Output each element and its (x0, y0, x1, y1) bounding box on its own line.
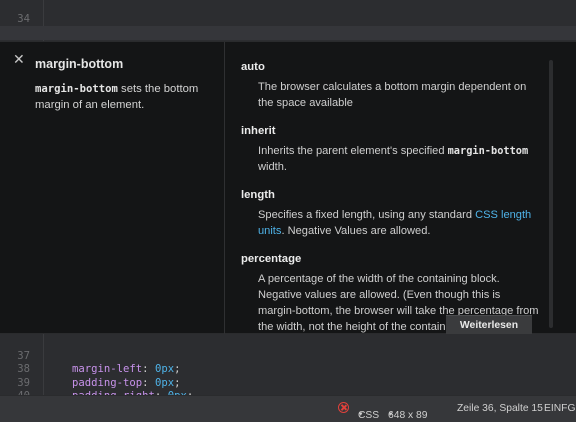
read-more-button[interactable]: Weiterlesen (446, 315, 532, 335)
code-editor-bottom[interactable]: 37 margin-left: 0px; 38 padding-top: 0px… (0, 334, 576, 395)
docs-scrollbar[interactable] (549, 60, 553, 328)
desc-text: . Negative Values are allowed. (281, 225, 431, 237)
chevron-down-icon: ▾ (359, 411, 363, 418)
quick-docs-panel: ✕ margin-bottom margin-bottom sets the b… (0, 41, 576, 335)
code-line[interactable]: 37 margin-left: 0px; (0, 337, 576, 375)
docs-title: margin-bottom (35, 57, 124, 71)
error-circle-icon[interactable] (338, 402, 349, 413)
value-name: inherit (241, 125, 276, 137)
chevron-down-icon: ▾ (389, 411, 393, 418)
docs-values-list[interactable]: auto The browser calculates a bottom mar… (241, 60, 541, 348)
desc-text: Specifies a fixed length, using any stan… (258, 209, 476, 221)
desc-code: margin-bottom (447, 145, 529, 157)
value-description: The browser calculates a bottom margin d… (258, 81, 527, 109)
desc-text: width. (258, 161, 287, 173)
code-editor-top[interactable]: 34 margin-top: 0px; 35 margin-right: 0px… (0, 0, 576, 65)
code-line[interactable]: 39 padding-right: 0px; (0, 363, 576, 395)
summary-code: margin-bottom (35, 83, 118, 95)
code-line[interactable]: 40 padding-bottom: 0px; (0, 377, 576, 395)
size-label: 648 x 89 (388, 410, 428, 421)
value-entry-length: length Specifies a fixed length, using a… (241, 188, 541, 239)
code-line[interactable]: 38 padding-top: 0px; (0, 350, 576, 388)
value-description: Inherits the parent element's specified … (241, 143, 541, 175)
code-line[interactable]: 34 margin-top: 0px; (0, 0, 576, 38)
desc-text: Inherits the parent element's specified (258, 145, 448, 157)
insert-mode-toggle[interactable]: EINFG (544, 403, 575, 414)
close-icon[interactable]: ✕ (13, 52, 25, 66)
code-line-active[interactable]: 36 margin-bottom: 0px; (0, 26, 576, 65)
docs-summary: margin-bottom sets the bottom margin of … (35, 81, 215, 113)
docs-divider (224, 42, 225, 334)
value-description: Specifies a fixed length, using any stan… (241, 207, 541, 239)
code-line[interactable]: 35 margin-right: 0px; (0, 13, 576, 51)
value-entry-inherit: inherit Inherits the parent element's sp… (241, 124, 541, 175)
cursor-position: Zeile 36, Spalte 15 (457, 403, 543, 414)
value-name: percentage (241, 253, 302, 265)
status-bar: CSS ▾ 648 x 89 ▾ Zeile 36, Spalte 15 EINF… (0, 395, 576, 422)
value-entry-auto: auto The browser calculates a bottom mar… (241, 60, 541, 111)
value-name: length (241, 189, 275, 201)
value-name: auto (241, 61, 265, 73)
